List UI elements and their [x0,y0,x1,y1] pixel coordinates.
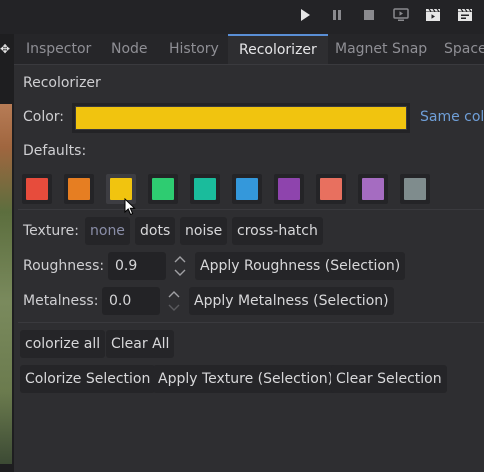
swatch-teal[interactable] [190,174,220,204]
movie-icon[interactable] [422,4,444,26]
swatch-blue[interactable] [232,174,262,204]
apply-texture-button[interactable]: Apply Texture (Selection) [153,365,339,393]
play-scene-icon[interactable] [390,4,412,26]
texture-noise-button[interactable]: noise [180,217,228,245]
texture-none-button[interactable]: none [85,217,130,245]
dock-panel: Inspector Node History Recolorizer Magne… [14,34,484,472]
tab-magnet-snap[interactable]: Magnet Snap [335,34,427,64]
panel-title: Recolorizer [23,75,101,91]
play-icon[interactable] [294,4,316,26]
mouse-cursor-icon [124,198,136,216]
tab-inspector[interactable]: Inspector [26,34,91,64]
swatch-gray[interactable] [400,174,430,204]
viewport-edge[interactable]: ✥ [0,34,14,472]
metalness-value: 0.0 [109,293,132,309]
pause-icon[interactable] [326,4,348,26]
clear-all-button[interactable]: Clear All [106,330,175,358]
spin-arrows-icon[interactable] [172,253,188,279]
spin-arrows-icon[interactable] [166,288,182,314]
texture-cross-hatch-button[interactable]: cross-hatch [232,217,323,245]
color-label: Color: [23,109,65,125]
swatch-green[interactable] [148,174,178,204]
stop-icon[interactable] [358,4,380,26]
apply-metalness-button[interactable]: Apply Metalness (Selection) [189,287,394,315]
clear-selection-button[interactable]: Clear Selection [331,365,447,393]
divider [18,209,484,210]
metalness-label: Metalness: [23,293,99,309]
divider [18,322,484,323]
swatch-salmon[interactable] [316,174,346,204]
swatch-violet[interactable] [358,174,388,204]
texture-label: Texture: [23,223,79,239]
tab-space[interactable]: Space [444,34,484,64]
tab-recolorizer[interactable]: Recolorizer [228,34,328,64]
apply-roughness-button[interactable]: Apply Roughness (Selection) [195,252,406,280]
same-color-link[interactable]: Same colo [420,109,484,125]
tab-history[interactable]: History [169,34,219,64]
roughness-spinbox[interactable]: 0.9 [108,252,186,280]
movie-custom-icon[interactable] [454,4,476,26]
swatch-purple[interactable] [274,174,304,204]
viewport-scene [0,104,12,464]
roughness-value: 0.9 [115,258,138,274]
run-toolbar [0,0,484,34]
swatch-red[interactable] [22,174,52,204]
colorize-selection-button[interactable]: Colorize Selection [20,365,156,393]
colorize-all-button[interactable]: colorize all [20,330,106,358]
color-picker-button[interactable] [75,106,407,130]
tab-bar: Inspector Node History Recolorizer Magne… [14,34,484,65]
texture-dots-button[interactable]: dots [135,217,176,245]
roughness-label: Roughness: [23,258,105,274]
defaults-label: Defaults: [23,143,87,159]
swatch-orange[interactable] [64,174,94,204]
move-icon: ✥ [0,42,11,56]
tab-node[interactable]: Node [111,34,148,64]
metalness-spinbox[interactable]: 0.0 [102,287,180,315]
